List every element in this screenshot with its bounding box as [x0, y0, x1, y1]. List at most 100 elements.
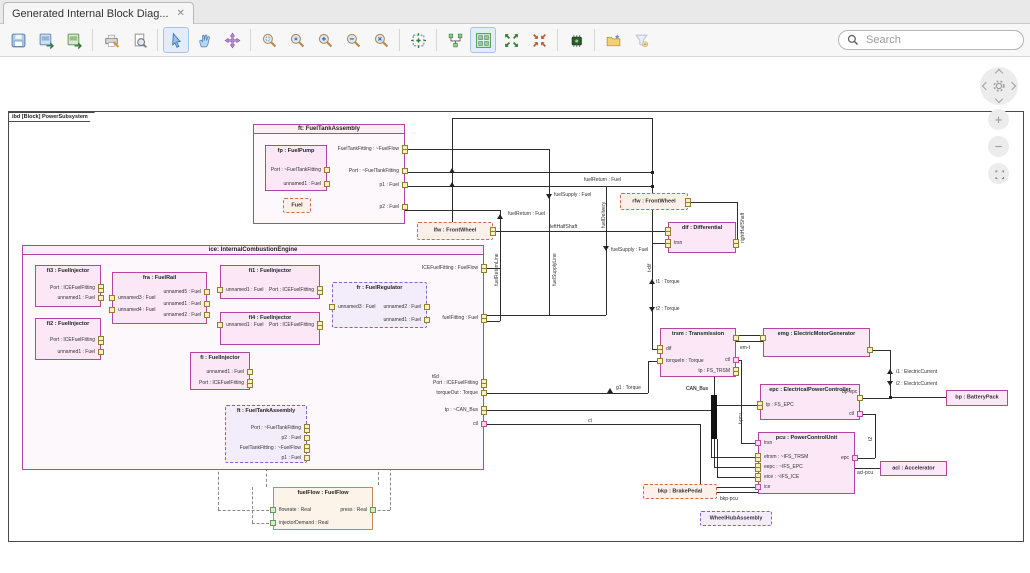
diagram-canvas[interactable]: ibd [Block] PowerSubsystem ft: FuelTankA… [0, 57, 1030, 573]
block-bp[interactable]: bp : BatteryPack [946, 390, 1008, 406]
port[interactable] [481, 421, 487, 427]
port[interactable] [109, 295, 115, 301]
block-title: ft : FuelTankAssembly [236, 408, 296, 414]
port[interactable] [857, 395, 863, 401]
port[interactable] [755, 463, 761, 472]
port[interactable] [733, 367, 739, 376]
port[interactable] [370, 507, 376, 513]
port[interactable] [481, 406, 487, 415]
port[interactable] [204, 312, 210, 318]
port[interactable] [324, 181, 330, 187]
junction-dot [889, 396, 892, 399]
block-rfw[interactable]: rfw : FrontWheel [620, 193, 688, 210]
port[interactable] [733, 239, 739, 248]
port[interactable] [657, 358, 663, 364]
block-fi4[interactable]: fi4 : FuelInjector [220, 312, 320, 345]
gear-icon [993, 80, 1005, 92]
port[interactable] [109, 307, 115, 313]
port[interactable] [424, 304, 430, 310]
port[interactable] [402, 182, 408, 188]
port[interactable] [247, 369, 253, 375]
pan-right-icon[interactable] [1007, 81, 1017, 91]
port[interactable] [857, 411, 863, 417]
block-title: fi3 : FuelInjector [46, 268, 90, 274]
flow-arrow-icon [497, 214, 503, 219]
port[interactable] [733, 335, 739, 341]
pan-left-icon[interactable] [981, 81, 991, 91]
port[interactable] [270, 520, 276, 526]
block-title: emg : ElectricMotorGenerator [777, 331, 856, 337]
port-label: FuelTankFitting : ~FuelFlow [337, 146, 399, 152]
port[interactable] [304, 424, 310, 433]
port[interactable] [270, 507, 276, 513]
pan-up-icon[interactable] [994, 68, 1004, 78]
pan-navigator[interactable] [980, 67, 1018, 105]
port[interactable] [324, 167, 330, 173]
block-dif[interactable]: dif : Differential [668, 222, 736, 253]
port[interactable] [98, 349, 104, 355]
port[interactable] [317, 321, 323, 330]
block-lfw[interactable]: lfw : FrontWheel [417, 222, 493, 240]
port[interactable] [98, 284, 104, 293]
connector-line [652, 118, 653, 349]
connector-line [741, 360, 742, 443]
port[interactable] [733, 357, 739, 363]
block-pcu[interactable]: pcu : PowerControlUnit [758, 432, 855, 494]
port[interactable] [755, 473, 761, 482]
port[interactable] [755, 440, 761, 446]
port[interactable] [329, 304, 335, 310]
port[interactable] [760, 335, 766, 341]
port[interactable] [247, 379, 253, 388]
zoom-out-button[interactable]: − [988, 136, 1009, 157]
port[interactable] [490, 227, 496, 236]
port[interactable] [481, 379, 487, 388]
port[interactable] [402, 204, 408, 210]
pan-down-icon[interactable] [994, 94, 1004, 104]
block-wha[interactable]: WheelHubAssembly [700, 511, 772, 526]
port[interactable] [304, 455, 310, 461]
port[interactable] [852, 455, 858, 461]
port[interactable] [657, 345, 663, 354]
port[interactable] [402, 168, 408, 174]
port[interactable] [665, 227, 671, 236]
port[interactable] [665, 239, 671, 248]
port-label: Port : ~FuelTankFitting [270, 167, 321, 173]
fit-to-window-button[interactable] [988, 163, 1009, 184]
can-bus-label: CAN_Bus [686, 386, 708, 392]
port[interactable] [204, 301, 210, 307]
port[interactable] [757, 401, 763, 410]
port[interactable] [98, 295, 104, 301]
port[interactable] [481, 314, 487, 323]
block-fuel[interactable]: Fuel [283, 198, 311, 213]
zoom-in-button[interactable]: + [988, 109, 1009, 130]
port[interactable] [317, 286, 323, 295]
block-bkp[interactable]: bkp : BrakePedal [643, 484, 717, 499]
block-fi1[interactable]: fi1 : FuelInjector [220, 265, 320, 299]
connector-label: t6d [432, 374, 439, 380]
port[interactable] [217, 322, 223, 328]
port-label: p1 : Fuel [379, 182, 399, 188]
can-bus-bar[interactable] [711, 395, 717, 439]
port[interactable] [481, 390, 487, 396]
connector-line [500, 210, 501, 321]
port[interactable] [304, 444, 310, 453]
connector-line [648, 361, 649, 393]
port-label: ctl [849, 411, 854, 417]
port[interactable] [755, 484, 761, 490]
port[interactable] [304, 435, 310, 441]
port[interactable] [204, 289, 210, 295]
port-label: etrsm : ~IFS_TRSM [764, 454, 809, 460]
block-emg[interactable]: emg : ElectricMotorGenerator [763, 328, 870, 357]
connector-line [493, 231, 668, 232]
port[interactable] [424, 317, 430, 323]
port[interactable] [481, 264, 487, 273]
port[interactable] [217, 287, 223, 293]
port-label: unnamed4 : Fuel [118, 307, 156, 313]
connector-label: rightHalfShaft [740, 212, 746, 243]
port[interactable] [98, 336, 104, 345]
port[interactable] [867, 347, 873, 353]
block-acl[interactable]: acl : Accelerator [880, 461, 947, 476]
port[interactable] [755, 453, 761, 462]
port[interactable] [402, 145, 408, 154]
port[interactable] [685, 198, 691, 207]
